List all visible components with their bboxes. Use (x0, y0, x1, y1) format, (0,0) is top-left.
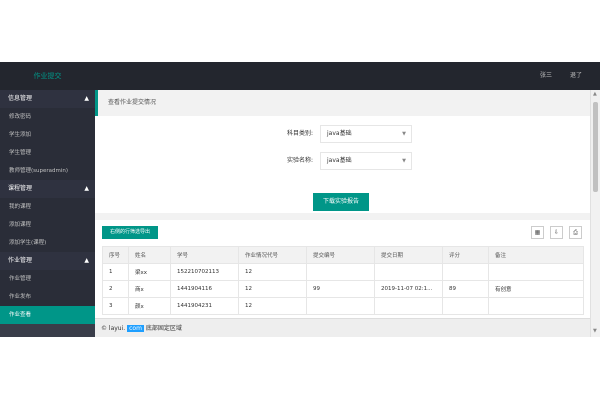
sidebar-item-add-course[interactable]: 添加课程 (0, 216, 95, 234)
table-cell: 颜x (128, 297, 171, 315)
nav-group-label: 作业管理 (8, 257, 33, 264)
col-header[interactable]: 作业情况代号 (238, 246, 307, 264)
footer-text: 底部固定区域 (145, 325, 182, 332)
sidebar-item-change-password[interactable]: 修改密码 (0, 108, 95, 126)
table-row[interactable]: 1 梁xx 152210702113 12 (102, 263, 584, 281)
table-cell (374, 297, 443, 315)
sidebar: 信息管理 ▲ 修改密码 学生添加 学生管理 教师管理(superadmin) 课… (0, 90, 95, 337)
sidebar-item-my-courses[interactable]: 我的课程 (0, 198, 95, 216)
sidebar-item-homework-publish[interactable]: 作业发布 (0, 288, 95, 306)
table-cell: 12 (238, 263, 307, 281)
footer-copyright: © layui. (101, 325, 126, 332)
scroll-up-icon[interactable]: ▲ (593, 91, 597, 97)
footer: © layui. com 底部固定区域 (95, 318, 590, 337)
nav-group-label: 信息管理 (8, 95, 33, 102)
table-cell: 89 (442, 280, 489, 298)
nav-group-info[interactable]: 信息管理 ▲ (0, 90, 95, 108)
col-header[interactable]: 备注 (488, 246, 584, 264)
table-cell (488, 297, 584, 315)
table-cell (442, 297, 489, 315)
table-cell (442, 263, 489, 281)
logout-link[interactable]: 退了 (570, 62, 582, 90)
col-header[interactable]: 提交编号 (306, 246, 375, 264)
chevron-up-icon: ▲ (84, 257, 89, 264)
experiment-row: 实验名称: java基础 ▼ (95, 152, 590, 170)
table-cell: 有创意 (488, 280, 584, 298)
footer-highlight: com (127, 325, 144, 332)
table-cell: 2019-11-07 02:1... (374, 280, 443, 298)
table-cell: 商x (128, 280, 171, 298)
chevron-up-icon: ▲ (84, 95, 89, 102)
sidebar-item-manage-students[interactable]: 学生管理 (0, 144, 95, 162)
course-select-value: java基础 (327, 130, 352, 137)
columns-icon[interactable]: ▦ (531, 226, 544, 239)
chevron-down-icon: ▼ (402, 158, 406, 164)
table-header-row: 序号 姓名 学号 作业情况代号 提交编号 提交日期 评分 备注 (102, 246, 584, 264)
experiment-select[interactable]: java基础 ▼ (320, 152, 412, 170)
sidebar-item-homework-manage[interactable]: 作业管理 (0, 270, 95, 288)
table-cell: 1441904231 (170, 297, 239, 315)
table-cell: 12 (238, 297, 307, 315)
table-panel: 右侧的行筛选导出 ▦ ⇩ ⎙ 序号 姓名 学号 作业情况代号 提交编号 提交日期… (95, 220, 590, 320)
chevron-down-icon: ▼ (402, 131, 406, 137)
table-cell: 152210702113 (170, 263, 239, 281)
table-cell: 99 (306, 280, 375, 298)
submission-table: 序号 姓名 学号 作业情况代号 提交编号 提交日期 评分 备注 1 梁xx 15 (102, 246, 584, 315)
course-select[interactable]: java基础 ▼ (320, 125, 412, 143)
table-cell (306, 297, 375, 315)
col-header[interactable]: 姓名 (128, 246, 171, 264)
table-cell: 梁xx (128, 263, 171, 281)
app-frame: 作业提交 张三 退了 信息管理 ▲ 修改密码 学生添加 学生管理 教师管理(su… (0, 62, 600, 337)
user-name[interactable]: 张三 (540, 62, 552, 90)
table-cell: 3 (102, 297, 129, 315)
experiment-label: 实验名称: (286, 157, 313, 164)
nav-group-homework[interactable]: 作业管理 ▲ (0, 252, 95, 270)
scrollbar-thumb[interactable] (593, 102, 598, 192)
table-row[interactable]: 2 商x 1441904116 12 99 2019-11-07 02:1...… (102, 280, 584, 298)
course-row: 科目类别: java基础 ▼ (95, 125, 590, 143)
table-cell (488, 263, 584, 281)
nav-group-label: 课程管理 (8, 185, 33, 192)
table-cell: 2 (102, 280, 129, 298)
query-panel: 查看作业提交情况 科目类别: java基础 ▼ 实验名称: java基础 ▼ 下… (95, 90, 590, 213)
panel-title: 查看作业提交情况 (95, 90, 590, 116)
experiment-select-value: java基础 (327, 157, 352, 164)
col-header[interactable]: 评分 (442, 246, 489, 264)
chevron-up-icon: ▲ (84, 185, 89, 192)
course-label: 科目类别: (286, 130, 313, 137)
table-cell (374, 263, 443, 281)
sidebar-item-add-course-student[interactable]: 添加学生(课程) (0, 234, 95, 252)
table-cell: 12 (238, 280, 307, 298)
main-content: 查看作业提交情况 科目类别: java基础 ▼ 实验名称: java基础 ▼ 下… (95, 90, 590, 337)
sidebar-item-homework-view[interactable]: 作业查看 (0, 306, 95, 324)
export-filter-button[interactable]: 右侧的行筛选导出 (102, 226, 158, 239)
nav-group-course[interactable]: 课程管理 ▲ (0, 180, 95, 198)
col-header[interactable]: 学号 (170, 246, 239, 264)
export-icon[interactable]: ⇩ (550, 226, 563, 239)
app-title[interactable]: 作业提交 (0, 62, 95, 90)
top-header: 作业提交 张三 退了 (0, 62, 600, 90)
table-cell: 1 (102, 263, 129, 281)
download-report-button[interactable]: 下载实验报告 (313, 193, 369, 211)
col-header[interactable]: 序号 (102, 246, 129, 264)
col-header[interactable]: 提交日期 (374, 246, 443, 264)
table-cell: 1441904116 (170, 280, 239, 298)
sidebar-item-manage-teachers[interactable]: 教师管理(superadmin) (0, 162, 95, 180)
table-row[interactable]: 3 颜x 1441904231 12 (102, 297, 584, 315)
scroll-down-icon[interactable]: ▼ (593, 328, 597, 334)
print-icon[interactable]: ⎙ (569, 226, 582, 239)
sidebar-item-add-student[interactable]: 学生添加 (0, 126, 95, 144)
vertical-scrollbar[interactable]: ▲ ▼ (590, 90, 600, 337)
table-cell (306, 263, 375, 281)
